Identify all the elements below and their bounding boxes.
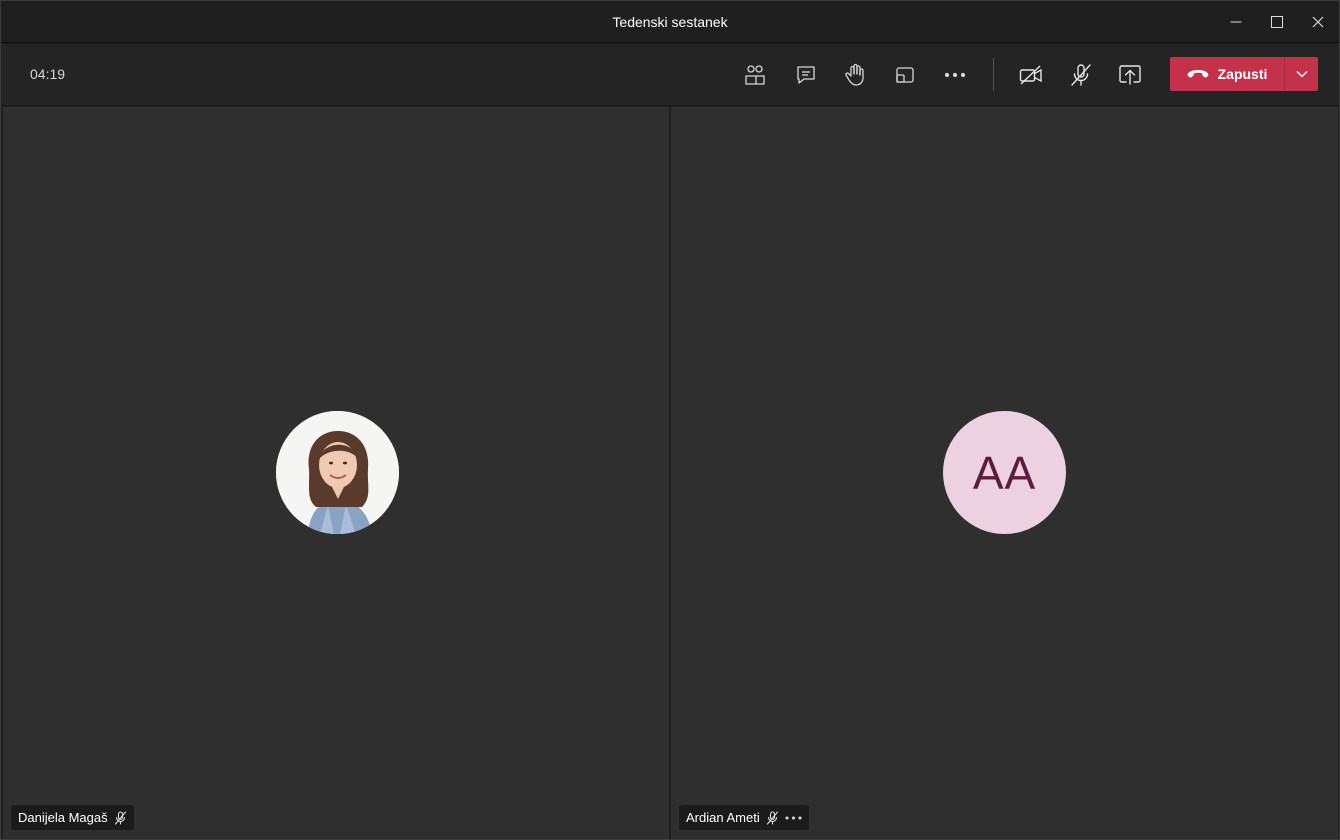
mic-off-icon xyxy=(1071,64,1091,86)
maximize-icon xyxy=(1271,16,1283,28)
chevron-down-icon xyxy=(1296,71,1307,78)
chat-button[interactable] xyxy=(788,58,824,92)
breakout-rooms-button[interactable] xyxy=(887,58,923,92)
participant-nameplate: Ardian Ameti xyxy=(679,805,809,830)
window-title: Tedenski sestanek xyxy=(612,14,728,30)
minimize-icon xyxy=(1230,21,1242,23)
participant-avatar-initials: AA xyxy=(943,411,1066,534)
participant-avatar-photo xyxy=(276,411,399,534)
share-icon xyxy=(1119,65,1141,85)
leave-button-group: Zapusti xyxy=(1170,57,1318,91)
hand-icon xyxy=(845,63,864,86)
leave-label: Zapusti xyxy=(1217,66,1268,82)
people-icon xyxy=(745,65,765,85)
microphone-button[interactable] xyxy=(1063,58,1099,92)
mic-off-icon xyxy=(114,810,126,825)
more-actions-button[interactable] xyxy=(937,58,973,92)
leave-button[interactable]: Zapusti xyxy=(1170,57,1284,91)
camera-button[interactable] xyxy=(1013,58,1049,92)
participant-tile: AA Ardian Ameti xyxy=(671,107,1338,839)
raise-hand-button[interactable] xyxy=(837,58,873,92)
participant-tile: Danijela Magaš xyxy=(3,107,669,839)
leave-options-button[interactable] xyxy=(1285,57,1318,91)
participant-options-button[interactable] xyxy=(785,816,802,820)
title-bar: Tedenski sestanek xyxy=(1,1,1339,43)
participant-name: Danijela Magaš xyxy=(18,810,108,825)
maximize-button[interactable] xyxy=(1257,7,1297,37)
toolbar-separator xyxy=(993,58,994,91)
participant-nameplate: Danijela Magaš xyxy=(11,805,134,830)
meeting-window: Tedenski sestanek 04:19 Zapusti Danijela… xyxy=(0,0,1340,840)
close-icon xyxy=(1312,16,1324,28)
camera-off-icon xyxy=(1019,65,1042,85)
video-stage: Danijela Magaš AA Ardian Ameti xyxy=(3,107,1338,839)
share-button[interactable] xyxy=(1112,58,1148,92)
hang-up-icon xyxy=(1187,70,1208,78)
avatar-initials: AA xyxy=(972,446,1037,499)
more-icon xyxy=(785,816,802,819)
minimize-button[interactable] xyxy=(1216,7,1256,37)
call-timer: 04:19 xyxy=(30,66,66,82)
participants-button[interactable] xyxy=(737,58,773,92)
more-icon xyxy=(944,72,966,78)
participant-name: Ardian Ameti xyxy=(686,810,760,825)
mic-off-icon xyxy=(766,810,778,825)
call-toolbar: 04:19 Zapusti xyxy=(1,44,1339,106)
chat-icon xyxy=(797,66,815,84)
rooms-icon xyxy=(896,67,914,83)
close-button[interactable] xyxy=(1298,7,1338,37)
